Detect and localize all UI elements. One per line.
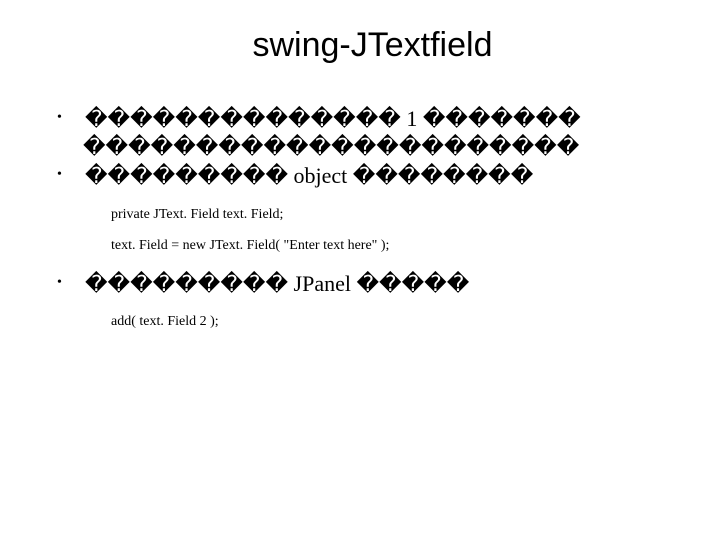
- bullet-3-text: ��������� JPanel �����: [85, 270, 690, 298]
- slide: swing-JTextfield • �������������� 1 ����…: [0, 0, 720, 540]
- code-line-add: add( text. Field 2 );: [111, 311, 690, 332]
- bullet-2: • ��������� object ��������: [55, 162, 690, 190]
- bullet-1-text-line2: ����������������������: [55, 133, 690, 161]
- bullet-1: • �������������� 1 �������: [55, 105, 690, 133]
- slide-body: • �������������� 1 ������� �������������…: [55, 105, 690, 332]
- code-block-2: add( text. Field 2 );: [111, 311, 690, 332]
- code-block-1: private JText. Field text. Field; text. …: [111, 204, 690, 256]
- bullet-dot-icon: •: [55, 105, 85, 131]
- bullet-2-text: ��������� object ��������: [85, 162, 690, 190]
- bullet-3: • ��������� JPanel �����: [55, 270, 690, 298]
- code-line-declaration: private JText. Field text. Field;: [111, 204, 690, 225]
- bullet-dot-icon: •: [55, 270, 85, 296]
- code-line-instantiation: text. Field = new JText. Field( "Enter t…: [111, 235, 690, 256]
- slide-title: swing-JTextfield: [55, 26, 690, 65]
- bullet-1-text-line1: �������������� 1 �������: [85, 105, 690, 133]
- bullet-dot-icon: •: [55, 162, 85, 188]
